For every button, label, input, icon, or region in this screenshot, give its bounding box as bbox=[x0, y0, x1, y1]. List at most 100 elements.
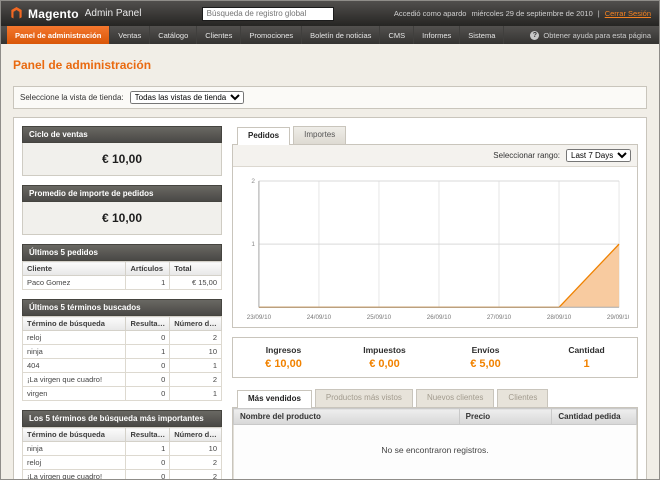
table-cell: 0 bbox=[126, 456, 170, 470]
stat-label: Impuestos bbox=[334, 345, 435, 355]
store-view-select[interactable]: Todas las vistas de tienda bbox=[130, 91, 244, 104]
table-cell: 2 bbox=[170, 331, 222, 345]
table-cell: Paco Gomez bbox=[23, 276, 126, 290]
table-row[interactable]: reloj02 bbox=[23, 456, 222, 470]
stat-label: Cantidad bbox=[536, 345, 637, 355]
column-header: Resultados bbox=[126, 428, 170, 442]
column-header: Cliente bbox=[23, 262, 126, 276]
table-cell: reloj bbox=[23, 331, 126, 345]
nav-item-informes[interactable]: Informes bbox=[414, 26, 460, 44]
stat-envios: Envíos € 5,00 bbox=[435, 345, 536, 370]
logged-in-text: Accedió como apardo bbox=[394, 9, 467, 18]
help-link[interactable]: ? Obtener ayuda para esta página bbox=[522, 26, 659, 44]
nav-item-clientes[interactable]: Clientes bbox=[197, 26, 241, 44]
stat-value: 1 bbox=[536, 358, 637, 370]
table-cell: 10 bbox=[170, 345, 222, 359]
svg-text:1: 1 bbox=[251, 241, 255, 248]
nav-item-ventas[interactable]: Ventas bbox=[110, 26, 150, 44]
logo-subtext: Admin Panel bbox=[85, 8, 142, 19]
table-cell: 2 bbox=[170, 373, 222, 387]
table-title: Últimos 5 términos buscados bbox=[22, 299, 222, 316]
magento-logo-icon bbox=[9, 6, 24, 21]
tab-mas-vendidos[interactable]: Más vendidos bbox=[237, 390, 312, 408]
table-row[interactable]: Paco Gomez1€ 15,00 bbox=[23, 276, 222, 290]
global-search-input[interactable] bbox=[202, 7, 334, 21]
table-row[interactable]: reloj02 bbox=[23, 331, 222, 345]
stat-impuestos: Impuestos € 0,00 bbox=[334, 345, 435, 370]
logo-text: Magento bbox=[28, 7, 79, 21]
tab-nuevos-clientes[interactable]: Nuevos clientes bbox=[416, 389, 494, 407]
magento-admin-window: Magento Admin Panel Accedió como apardo … bbox=[0, 0, 660, 480]
right-column: PedidosImportes Seleccionar rango: Last … bbox=[232, 126, 638, 479]
average-orders-card: Promedio de importe de pedidos € 10,00 bbox=[22, 185, 222, 235]
nav-item-promociones[interactable]: Promociones bbox=[241, 26, 302, 44]
last-search-terms-table: Últimos 5 términos buscadosTérmino de bú… bbox=[22, 299, 222, 401]
stat-value: € 10,00 bbox=[233, 358, 334, 370]
nav-item-catalogo[interactable]: Catálogo bbox=[150, 26, 197, 44]
stat-label: Envíos bbox=[435, 345, 536, 355]
stat-label: Ingresos bbox=[233, 345, 334, 355]
svg-text:27/09/10: 27/09/10 bbox=[487, 314, 512, 321]
tab-productos-mas-vistos[interactable]: Productos más vistos bbox=[315, 389, 413, 407]
table-cell: 10 bbox=[170, 442, 222, 456]
store-view-label: Seleccione la vista de tienda: bbox=[20, 93, 124, 102]
stat-value: € 5,00 bbox=[435, 358, 536, 370]
stat-value: € 0,00 bbox=[334, 358, 435, 370]
svg-text:28/09/10: 28/09/10 bbox=[547, 314, 572, 321]
lifetime-sales-title: Ciclo de ventas bbox=[22, 126, 222, 143]
magento-logo: Magento Admin Panel bbox=[9, 6, 141, 21]
table-row[interactable]: ninja110 bbox=[23, 345, 222, 359]
table-cell: 1 bbox=[170, 359, 222, 373]
table-cell: 2 bbox=[170, 456, 222, 470]
mini-table: Término de búsquedaResultadosNúmero de u… bbox=[22, 427, 222, 479]
chart-tabs: PedidosImportes bbox=[232, 126, 638, 144]
average-orders-title: Promedio de importe de pedidos bbox=[22, 185, 222, 202]
nav-item-sistema[interactable]: Sistema bbox=[460, 26, 504, 44]
store-view-selector: Seleccione la vista de tienda: Todas las… bbox=[13, 86, 647, 109]
page-title: Panel de administración bbox=[13, 58, 647, 72]
table-cell: ¡La virgen que cuadro! bbox=[23, 470, 126, 480]
tab-importes[interactable]: Importes bbox=[293, 126, 346, 144]
table-cell: 0 bbox=[126, 387, 170, 401]
session-info: Accedió como apardo miércoles 29 de sept… bbox=[394, 9, 651, 18]
products-panel: Nombre del productoPrecioCantidad pedida… bbox=[232, 407, 638, 479]
column-header: Nombre del producto bbox=[234, 409, 460, 425]
table-cell: 0 bbox=[126, 470, 170, 480]
lifetime-sales-card: Ciclo de ventas € 10,00 bbox=[22, 126, 222, 176]
column-header: Cantidad pedida bbox=[552, 409, 637, 425]
table-row[interactable]: ¡La virgen que cuadro!02 bbox=[23, 470, 222, 480]
logout-link[interactable]: Cerrar Sesión bbox=[605, 9, 651, 18]
stat-ingresos: Ingresos € 10,00 bbox=[233, 345, 334, 370]
table-cell: 2 bbox=[170, 470, 222, 480]
lifetime-sales-value: € 10,00 bbox=[22, 143, 222, 176]
svg-text:2: 2 bbox=[251, 178, 255, 185]
nav-item-panel-de-administracion[interactable]: Panel de administración bbox=[7, 26, 110, 44]
session-date: miércoles 29 de septiembre de 2010 bbox=[471, 9, 592, 18]
column-header: Término de búsqueda bbox=[23, 317, 126, 331]
tab-clientes[interactable]: Clientes bbox=[497, 389, 548, 407]
table-cell: 0 bbox=[126, 373, 170, 387]
nav-item-boletin-de-noticias[interactable]: Boletín de noticias bbox=[302, 26, 380, 44]
chart-panel: Seleccionar rango: Last 7 Days 1223/09/1… bbox=[232, 144, 638, 328]
main-nav-items: Panel de administraciónVentasCatálogoCli… bbox=[7, 26, 504, 44]
table-row[interactable]: 40401 bbox=[23, 359, 222, 373]
empty-message: No se encontraron registros. bbox=[233, 425, 637, 479]
tab-pedidos[interactable]: Pedidos bbox=[237, 127, 290, 145]
average-orders-value: € 10,00 bbox=[22, 202, 222, 235]
session-separator: | bbox=[598, 9, 600, 18]
svg-text:25/09/10: 25/09/10 bbox=[367, 314, 392, 321]
range-select[interactable]: Last 7 Days bbox=[566, 149, 631, 162]
svg-text:26/09/10: 26/09/10 bbox=[427, 314, 452, 321]
table-cell: 1 bbox=[126, 345, 170, 359]
table-row[interactable]: virgen01 bbox=[23, 387, 222, 401]
table-cell: 1 bbox=[126, 442, 170, 456]
totals-bar: Ingresos € 10,00Impuestos € 0,00Envíos € 5,… bbox=[232, 337, 638, 378]
table-row[interactable]: ¡La virgen que cuadro!02 bbox=[23, 373, 222, 387]
column-header: Total bbox=[170, 262, 222, 276]
column-header: Número de usos bbox=[170, 428, 222, 442]
top-header: Magento Admin Panel Accedió como apardo … bbox=[1, 1, 659, 26]
content-area: Panel de administración Seleccione la vi… bbox=[1, 44, 659, 479]
nav-item-cms[interactable]: CMS bbox=[380, 26, 414, 44]
column-header: Precio bbox=[459, 409, 552, 425]
table-row[interactable]: ninja110 bbox=[23, 442, 222, 456]
